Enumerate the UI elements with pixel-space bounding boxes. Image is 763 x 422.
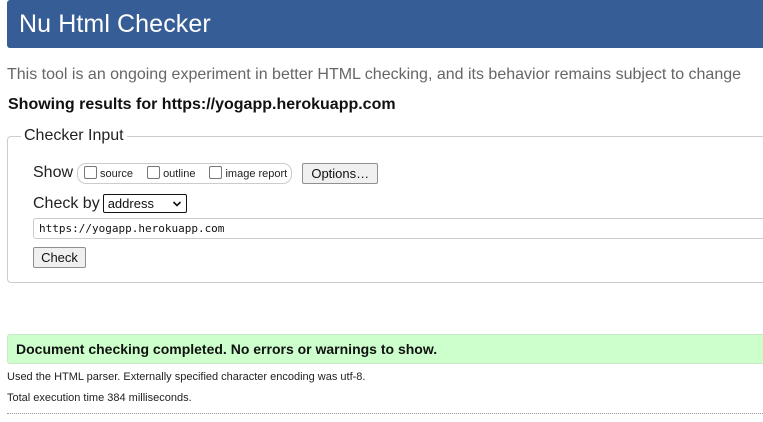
success-message: Document checking completed. No errors o… xyxy=(7,334,763,364)
show-options-row: Show source outline image report Options… xyxy=(33,162,379,184)
outline-checkbox[interactable] xyxy=(147,165,161,179)
execution-time: Total execution time 384 milliseconds. xyxy=(7,392,192,404)
options-button[interactable]: Options… xyxy=(302,162,379,184)
check-by-select[interactable]: address xyxy=(102,194,187,213)
show-label: Show xyxy=(33,164,74,181)
check-by-row: Check by address xyxy=(33,194,187,213)
show-options-group: source outline image report xyxy=(77,162,293,184)
check-by-selected-value: address xyxy=(107,196,154,211)
show-image-report-option[interactable]: image report xyxy=(209,165,288,180)
chevron-down-icon xyxy=(172,200,181,207)
dotted-divider xyxy=(7,413,763,414)
tagline: This tool is an ongoing experiment in be… xyxy=(7,66,742,83)
checker-input-legend: Checker Input xyxy=(21,127,127,145)
url-input[interactable]: https://yogapp.herokuapp.com xyxy=(33,218,763,239)
page-title: Nu Html Checker xyxy=(19,9,211,38)
image-report-checkbox[interactable] xyxy=(209,165,223,179)
show-source-option[interactable]: source xyxy=(84,165,134,180)
source-checkbox[interactable] xyxy=(84,165,98,179)
source-label: source xyxy=(100,168,134,180)
check-button[interactable]: Check xyxy=(33,247,86,268)
image-report-label: image report xyxy=(225,168,288,180)
check-by-label: Check by xyxy=(33,194,100,212)
showing-results-heading: Showing results for https://yogapp.herok… xyxy=(8,96,396,113)
header-bar: Nu Html Checker xyxy=(7,0,763,48)
parser-info: Used the HTML parser. Externally specifi… xyxy=(7,371,366,383)
nu-html-checker-page: Nu Html Checker This tool is an ongoing … xyxy=(0,0,763,422)
outline-label: outline xyxy=(163,168,196,180)
show-outline-option[interactable]: outline xyxy=(147,165,196,180)
